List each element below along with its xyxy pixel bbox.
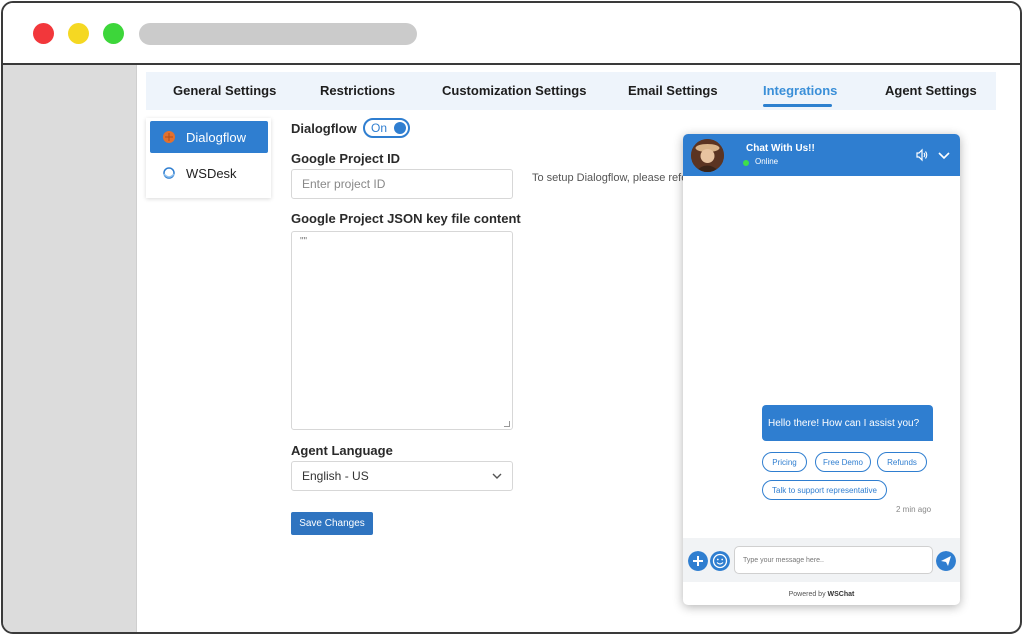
powered-by: Powered by WSChat: [683, 591, 960, 598]
chat-title: Chat With Us!!: [746, 143, 815, 154]
quick-reply-free-demo[interactable]: Free Demo: [815, 452, 871, 472]
tab-integrations[interactable]: Integrations: [763, 83, 837, 98]
chat-widget: Chat With Us!! Online Hello there! How c…: [683, 134, 960, 605]
toggle-knob: [394, 122, 406, 134]
tab-agent-settings[interactable]: Agent Settings: [885, 83, 977, 98]
dialogflow-icon: [163, 131, 175, 143]
quick-reply-refunds[interactable]: Refunds: [877, 452, 927, 472]
toggle-label: On: [371, 121, 388, 135]
json-key-label: Google Project JSON key file content: [291, 211, 521, 226]
speaker-icon[interactable]: [915, 148, 929, 162]
dialogflow-label: Dialogflow: [291, 121, 357, 136]
tab-customization-settings[interactable]: Customization Settings: [442, 83, 586, 98]
chat-composer: Type your message here..: [683, 538, 960, 582]
agent-language-value: English - US: [302, 469, 369, 483]
online-status-dot: [743, 160, 749, 166]
chat-message-input[interactable]: Type your message here..: [734, 546, 933, 574]
project-id-label: Google Project ID: [291, 151, 401, 166]
sidebar-item-dialogflow[interactable]: Dialogflow: [150, 121, 268, 153]
tab-restrictions[interactable]: Restrictions: [320, 83, 395, 98]
emoji-icon[interactable]: [710, 551, 730, 571]
online-status-text: Online: [755, 157, 779, 166]
save-changes-button[interactable]: Save Changes: [291, 512, 373, 535]
active-tab-indicator: [763, 104, 832, 107]
agent-avatar: [691, 139, 724, 172]
sidebar-item-wsdesk[interactable]: WSDesk: [150, 157, 268, 189]
json-key-textarea[interactable]: "": [291, 231, 513, 430]
quick-reply-support[interactable]: Talk to support representative: [762, 480, 887, 500]
sidebar-item-label: WSDesk: [186, 165, 237, 181]
maximize-window-button[interactable]: [103, 23, 124, 44]
address-bar[interactable]: [139, 23, 417, 45]
agent-language-label: Agent Language: [291, 443, 393, 458]
quick-reply-pricing[interactable]: Pricing: [762, 452, 807, 472]
dialogflow-helper-text: To setup Dialogflow, please refer: [532, 172, 691, 184]
minimize-window-button[interactable]: [68, 23, 89, 44]
settings-tabs: General Settings Restrictions Customizat…: [146, 72, 996, 110]
close-window-button[interactable]: [33, 23, 54, 44]
powered-by-brand: WSChat: [827, 591, 855, 598]
chat-header: Chat With Us!! Online: [683, 134, 960, 176]
window-titlebar: [3, 3, 1020, 65]
project-id-input[interactable]: Enter project ID: [291, 169, 513, 199]
chevron-down-icon[interactable]: [937, 148, 951, 162]
wsdesk-icon: [163, 167, 175, 179]
agent-language-select[interactable]: English - US: [291, 461, 513, 491]
tab-email-settings[interactable]: Email Settings: [628, 83, 718, 98]
sidebar-item-label: Dialogflow: [186, 129, 246, 145]
avatar-image: [691, 139, 724, 172]
powered-by-prefix: Powered by: [788, 591, 826, 598]
add-attachment-icon[interactable]: [688, 551, 708, 571]
chevron-down-icon: [492, 473, 502, 479]
left-gutter: [3, 65, 137, 632]
tab-general-settings[interactable]: General Settings: [173, 83, 276, 98]
resize-handle[interactable]: [504, 421, 510, 427]
integration-sidebar: Dialogflow WSDesk: [146, 118, 271, 198]
dialogflow-toggle[interactable]: On: [363, 118, 410, 138]
chat-message-bubble: Hello there! How can I assist you?: [762, 405, 933, 441]
message-timestamp: 2 min ago: [896, 505, 932, 514]
send-icon[interactable]: [936, 551, 956, 571]
json-key-value: "": [300, 236, 308, 247]
